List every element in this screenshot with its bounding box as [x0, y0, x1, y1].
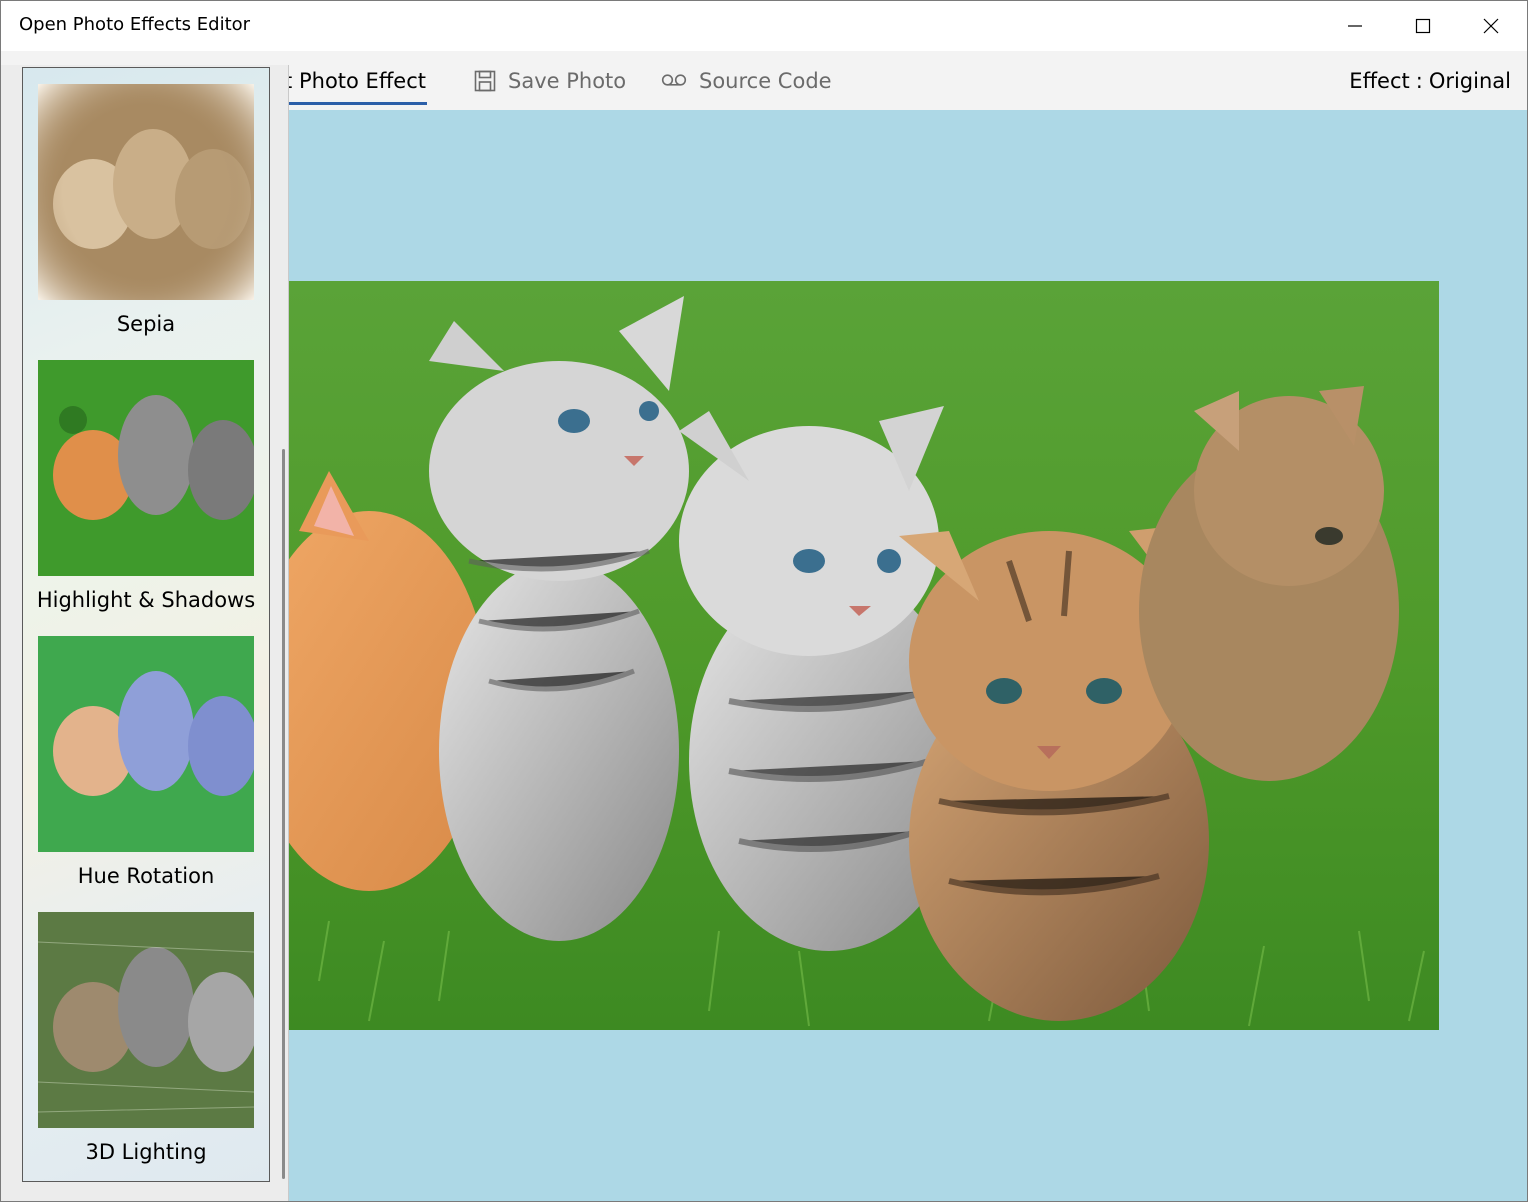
source-code-button[interactable]: Source Code	[661, 51, 832, 110]
effect-label-highlight-shadows: Highlight & Shadows	[36, 588, 256, 612]
effect-label-sepia: Sepia	[116, 312, 176, 336]
effect-status: Effect : Original	[1349, 51, 1511, 110]
effect-status-value: Original	[1428, 68, 1511, 93]
effect-item-sepia[interactable]: Sepia	[23, 68, 269, 344]
image-canvas	[289, 110, 1527, 1201]
effect-item-highlight-shadows[interactable]: Highlight & Shadows	[23, 344, 269, 620]
effects-scrollbar[interactable]	[282, 449, 285, 1179]
hue-rotation-thumbnail	[38, 636, 254, 852]
maximize-icon	[1415, 18, 1431, 34]
minimize-button[interactable]	[1321, 1, 1389, 51]
3d-lighting-thumbnail	[38, 912, 254, 1128]
select-photo-effect-label: ct Photo Effect	[272, 68, 426, 93]
title-bar: Open Photo Effects Editor	[1, 1, 1527, 51]
close-button[interactable]	[1457, 1, 1525, 51]
effect-status-label: Effect	[1349, 68, 1410, 93]
save-photo-button[interactable]: Save Photo	[474, 51, 626, 110]
kittens-photo	[289, 281, 1439, 1030]
window-title: Open Photo Effects Editor	[19, 14, 251, 35]
effects-flyout: Sepia Highlight & Shadows Hue Rotation 3…	[1, 65, 289, 1201]
close-icon	[1483, 18, 1499, 34]
maximize-button[interactable]	[1389, 1, 1457, 51]
save-icon	[474, 70, 496, 92]
app-window: Open Photo Effects Editor ct Photo Effec…	[0, 0, 1528, 1202]
effect-item-3d-lighting[interactable]: 3D Lighting	[23, 896, 269, 1172]
minimize-icon	[1348, 25, 1362, 27]
effect-label-hue-rotation: Hue Rotation	[77, 864, 215, 888]
selected-tab-indicator	[289, 102, 427, 105]
effect-item-hue-rotation[interactable]: Hue Rotation	[23, 620, 269, 896]
effects-list: Sepia Highlight & Shadows Hue Rotation 3…	[22, 67, 270, 1182]
voicemail-icon	[661, 73, 687, 88]
effect-status-separator: :	[1415, 68, 1423, 93]
sepia-thumbnail	[38, 84, 254, 300]
highlight-shadows-thumbnail	[38, 360, 254, 576]
source-code-label: Source Code	[699, 68, 832, 93]
effect-label-3d-lighting: 3D Lighting	[85, 1140, 207, 1164]
save-photo-label: Save Photo	[508, 68, 627, 93]
